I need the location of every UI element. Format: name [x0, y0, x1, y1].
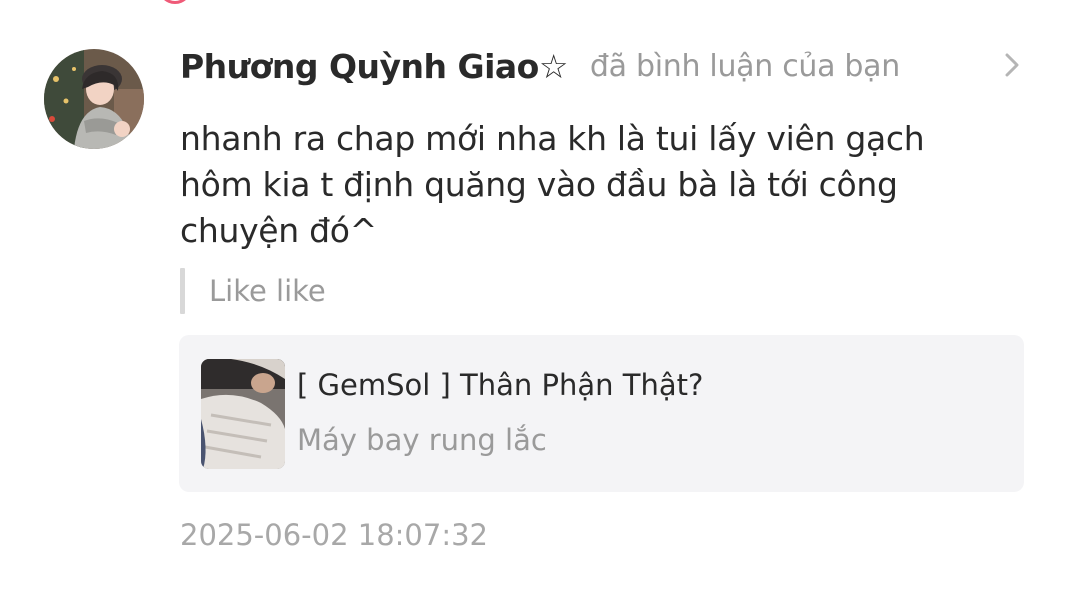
quoted-reply: Like like — [180, 268, 326, 314]
timestamp: 2025-06-02 18:07:32 — [180, 518, 488, 552]
comment-line: chuyện đó^ — [180, 211, 377, 250]
chevron-right-icon[interactable] — [1000, 50, 1024, 80]
avatar-image — [44, 49, 144, 149]
previous-item-indicator — [158, 0, 192, 4]
linked-post-subtitle: Máy bay rung lắc — [297, 423, 547, 457]
linked-post-card[interactable]: [ GemSol ] Thân Phận Thật? Máy bay rung … — [179, 335, 1024, 492]
avatar[interactable] — [44, 49, 144, 149]
quote-bar — [180, 268, 185, 314]
quoted-reply-text: Like like — [209, 274, 326, 308]
notification-page: Phương Quỳnh Giao☆ đã bình luận của bạn … — [0, 0, 1068, 600]
comment-line: hôm kia t định quăng vào đầu bà là tới c… — [180, 165, 898, 204]
username[interactable]: Phương Quỳnh Giao☆ — [180, 47, 568, 86]
comment-line: nhanh ra chap mới nha kh là tui lấy viên… — [180, 119, 925, 158]
comment-text: nhanh ra chap mới nha kh là tui lấy viên… — [180, 116, 980, 254]
post-thumbnail — [201, 359, 285, 469]
notification-action-text: đã bình luận của bạn — [589, 48, 900, 84]
notification-header: Phương Quỳnh Giao☆ đã bình luận của bạn — [180, 42, 900, 90]
linked-post-title: [ GemSol ] Thân Phận Thật? — [297, 368, 704, 402]
